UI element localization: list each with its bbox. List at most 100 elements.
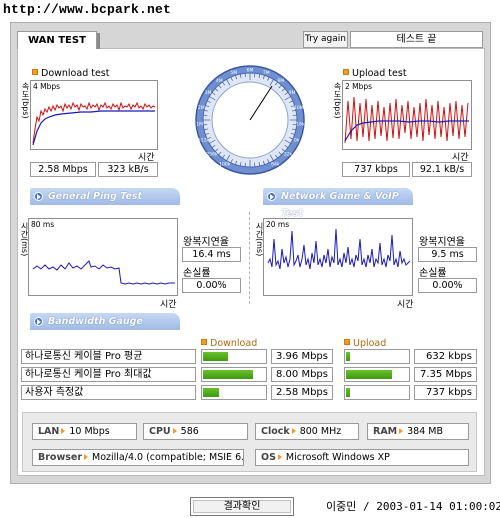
upload-graph [344, 96, 469, 144]
download-bar-fill [203, 370, 253, 379]
arrow-right-icon [172, 428, 177, 434]
play-icon [267, 192, 276, 201]
upload-bar-value: 632 kbps [414, 349, 477, 364]
bandwidth-header: Bandwidth Gauge [30, 313, 180, 330]
gauge-tick-label: 512k [198, 137, 210, 143]
clock-info: Clock 800 MHz [255, 423, 359, 440]
bandwidth-row-label: 하나로통신 케이블 Pro 최대값 [21, 367, 196, 382]
clock-key: Clock [261, 426, 290, 437]
upload-speed-bytes: 92.1 kB/s [412, 162, 472, 177]
ping-loss-label: 손실률 [183, 268, 211, 279]
bw-download-label: Download [210, 338, 258, 349]
gauge-tick-label: 256k [206, 151, 218, 157]
arrow-right-icon [61, 428, 66, 434]
tab-shadow [97, 33, 100, 49]
lan-key: LAN [38, 426, 60, 437]
gauge-tick-label: 4M [216, 78, 223, 84]
gauge-tick-label: 10M [294, 105, 304, 111]
bw-upload-label: Upload [353, 338, 387, 349]
upload-series-red [344, 96, 469, 144]
game-rtt-value: 9.5 ms [418, 247, 477, 262]
game-chart: 20 ms [263, 218, 413, 296]
download-series-blue [32, 110, 155, 146]
download-test-label: Download test [41, 68, 110, 79]
upload-bar-track [344, 367, 410, 382]
clock-value: 800 MHz [299, 426, 342, 437]
cpu-value: 586 [180, 426, 199, 437]
download-speed-bps: 2.58 Mbps [30, 162, 96, 177]
browser-key: Browser [38, 452, 83, 463]
game-loss-label: 손실률 [419, 268, 447, 279]
play-icon [34, 192, 43, 201]
upload-bar-fill [346, 370, 392, 379]
gauge-tick-label: 32k [284, 151, 293, 157]
upload-bar-value: 737 kbps [414, 385, 477, 400]
game-scale: 20 ms [266, 220, 290, 229]
bandwidth-title: Bandwidth Gauge [48, 316, 143, 327]
bandwidth-row-label: 사용자 측정값 [21, 385, 196, 400]
gauge-tick-label: 3M [205, 90, 212, 96]
download-bar-value: 8.00 Mbps [271, 367, 333, 382]
arrow-right-icon [84, 454, 89, 460]
cpu-info: CPU 586 [143, 423, 248, 440]
download-scale: 4 Mbps [33, 82, 61, 91]
ping-series [32, 260, 175, 285]
download-series-red [32, 101, 156, 144]
ping-divider [249, 212, 250, 304]
upload-bar-fill [346, 388, 350, 397]
os-key: OS [261, 452, 276, 463]
ram-info: RAM 384 MB [367, 423, 469, 440]
gauge-tick-label: 1M [196, 121, 203, 127]
play-icon [34, 317, 43, 326]
bullet-icon [201, 339, 207, 345]
download-bar-track [201, 385, 267, 400]
bullet-icon [343, 69, 349, 75]
game-loss-value: 0.00% [418, 278, 477, 293]
test-status: 테스트 끝 [350, 31, 483, 48]
upload-chart: 2 Mbps [342, 80, 472, 150]
game-graph [267, 228, 411, 270]
os-value: Microsoft Windows XP [285, 452, 390, 463]
network-game-header: Network Game & VoIP Test [263, 188, 413, 219]
upload-bar-value: 7.35 Mbps [414, 367, 477, 382]
ping-rtt-value: 16.4 ms [182, 247, 241, 262]
upload-bar-track [344, 349, 410, 364]
download-graph [32, 101, 156, 146]
download-bar-track [201, 349, 267, 364]
bw-upload-header: Upload [344, 338, 386, 349]
try-again-button[interactable]: Try again [303, 31, 348, 48]
gauge-tick-label: 5M [230, 70, 237, 76]
general-ping-title: General Ping Test [48, 191, 143, 202]
upload-speed-bps: 737 kbps [342, 162, 410, 177]
gauge-tick-label: 64k [271, 162, 280, 168]
ping-loss-value: 0.00% [182, 278, 241, 293]
lan-value: 10 Mbps [69, 426, 110, 437]
cpu-key: CPU [149, 426, 171, 437]
general-ping-header: General Ping Test [30, 188, 180, 205]
os-info: OS Microsoft Windows XP [255, 449, 469, 466]
gauge-tick-label: 16k [296, 121, 305, 127]
upload-scale: 2 Mbps [345, 82, 373, 91]
confirm-results-button[interactable]: 결과확인 [190, 497, 294, 516]
gauge-tick-label: 9M [289, 90, 296, 96]
tab-wan-test[interactable]: WAN TEST [17, 31, 97, 49]
arrow-right-icon [291, 428, 296, 434]
gauge-tick-label: 0k [294, 137, 300, 143]
footer-stamp: 이중민 / 2003-01-14 01:00:02 [326, 500, 500, 513]
ping-xlabel: 시간 [160, 300, 177, 310]
gauge-tick-label: 8M [277, 78, 284, 84]
ram-value: 384 MB [407, 426, 443, 437]
arrow-right-icon [277, 454, 282, 460]
bullet-icon [344, 339, 350, 345]
bandwidth-row-label: 하나로통신 케이블 Pro 평균 [21, 349, 196, 364]
download-test-title: Download test [32, 68, 110, 79]
upload-test-title: Upload test [343, 68, 407, 79]
speed-gauge: 100k256k 512k 1M 2M 3M 4M 5M 6M 7M 8M 9M 10M 16k 0k 32… [195, 65, 305, 175]
gauge-tick-label: 6M [247, 68, 254, 74]
arrow-right-icon [399, 428, 404, 434]
ping-chart: 80 ms [28, 218, 178, 296]
upload-test-label: Upload test [352, 68, 407, 79]
browser-value: Mozilla/4.0 (compatible; MSIE 6.0 [92, 452, 244, 463]
game-rtt-label: 왕복지연율 [419, 237, 465, 248]
bullet-icon [32, 69, 38, 75]
